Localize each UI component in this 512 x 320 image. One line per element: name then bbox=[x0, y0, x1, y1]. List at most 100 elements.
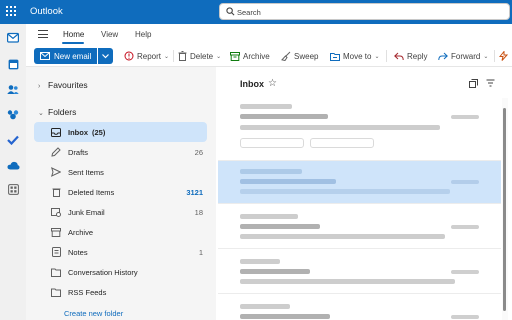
move-folder-icon bbox=[330, 52, 340, 61]
message-list-pane: Inbox ☆ bbox=[218, 67, 501, 320]
groups-icon[interactable] bbox=[6, 108, 20, 122]
menu-icon[interactable] bbox=[38, 30, 48, 38]
message-list-header: Inbox ☆ bbox=[218, 67, 501, 98]
inbox-icon bbox=[50, 126, 62, 138]
move-to-button[interactable]: Move to ⌄ bbox=[330, 49, 380, 63]
folder-name: Archive bbox=[68, 227, 94, 237]
message-sender bbox=[240, 259, 280, 264]
folder-name: Sent Items bbox=[68, 167, 104, 177]
message-subject bbox=[240, 114, 328, 119]
reply-icon bbox=[394, 52, 404, 60]
favourites-section[interactable]: › Favourites bbox=[38, 80, 88, 90]
folder-count: 1 bbox=[198, 247, 203, 257]
divider bbox=[173, 50, 174, 62]
message-subject bbox=[240, 179, 336, 184]
folders-label: Folders bbox=[48, 107, 77, 117]
message-subject bbox=[240, 269, 310, 274]
star-icon[interactable]: ☆ bbox=[268, 78, 277, 89]
forward-button[interactable]: Forward ⌄ bbox=[438, 49, 488, 63]
folder-count: 3121 bbox=[186, 187, 203, 197]
tab-view[interactable]: View bbox=[101, 30, 118, 39]
folder-item-archive[interactable]: Archive bbox=[34, 222, 207, 242]
search-icon bbox=[226, 7, 235, 16]
scrollbar-thumb[interactable] bbox=[503, 108, 506, 311]
report-icon bbox=[124, 51, 134, 61]
folder-name: Conversation History bbox=[68, 267, 138, 277]
folder-item-sent-items[interactable]: Sent Items bbox=[34, 162, 207, 182]
folder-icon bbox=[50, 286, 62, 298]
people-icon[interactable] bbox=[6, 82, 20, 96]
message-sender bbox=[240, 104, 292, 109]
reply-label: Reply bbox=[407, 51, 428, 61]
message-row-selected[interactable] bbox=[218, 161, 501, 204]
message-row[interactable] bbox=[218, 98, 501, 161]
select-icon[interactable] bbox=[469, 79, 478, 88]
message-sender bbox=[240, 169, 302, 174]
app-launcher-icon[interactable] bbox=[6, 6, 18, 18]
move-to-label: Move to bbox=[343, 51, 372, 61]
message-time bbox=[451, 225, 479, 229]
archive-icon bbox=[230, 51, 240, 61]
create-new-folder-link[interactable]: Create new folder bbox=[64, 309, 123, 318]
message-row[interactable] bbox=[218, 249, 501, 294]
tab-help[interactable]: Help bbox=[135, 30, 151, 39]
archive-button[interactable]: Archive bbox=[230, 49, 270, 63]
folder-item-rss-feeds[interactable]: RSS Feeds bbox=[34, 282, 207, 302]
folder-pane: › Favourites ⌄ Folders Inbox (25) Drafts 2… bbox=[26, 67, 216, 320]
mail-icon[interactable] bbox=[6, 30, 20, 44]
attachment-chip[interactable] bbox=[310, 138, 374, 148]
folder-name: RSS Feeds bbox=[68, 287, 107, 297]
report-button[interactable]: Report ⌄ bbox=[124, 49, 169, 63]
attachment-chip[interactable] bbox=[240, 138, 304, 148]
folder-item-conversation-history[interactable]: Conversation History bbox=[34, 262, 207, 282]
new-email-button[interactable]: New email bbox=[34, 48, 97, 64]
tab-home[interactable]: Home bbox=[63, 30, 84, 39]
message-subject bbox=[240, 314, 330, 319]
folders-section[interactable]: ⌄ Folders bbox=[38, 107, 76, 117]
message-preview bbox=[240, 279, 455, 284]
apps-icon[interactable] bbox=[6, 182, 20, 196]
delete-button[interactable]: Delete ⌄ bbox=[178, 49, 221, 63]
archive-icon bbox=[50, 226, 62, 238]
divider bbox=[494, 50, 495, 62]
sweep-button[interactable]: Sweep bbox=[281, 49, 318, 63]
new-email-dropdown[interactable] bbox=[98, 48, 113, 64]
folder-item-notes[interactable]: Notes 1 bbox=[34, 242, 207, 262]
favourites-label: Favourites bbox=[48, 80, 88, 90]
message-subject bbox=[240, 224, 320, 229]
message-sender bbox=[240, 304, 290, 309]
chevron-down-icon: ⌄ bbox=[216, 53, 222, 60]
message-preview bbox=[240, 189, 450, 194]
search-input[interactable]: Search bbox=[237, 8, 261, 17]
divider bbox=[386, 50, 387, 62]
message-list-scrollbar[interactable] bbox=[502, 98, 508, 320]
message-row[interactable] bbox=[218, 204, 501, 249]
message-row[interactable] bbox=[218, 294, 501, 320]
forward-label: Forward bbox=[451, 51, 481, 61]
archive-label: Archive bbox=[243, 51, 270, 61]
folder-name: Inbox bbox=[68, 127, 88, 137]
more-actions-button[interactable] bbox=[499, 49, 508, 63]
calendar-icon[interactable] bbox=[6, 57, 20, 71]
search-box[interactable]: Search bbox=[219, 3, 510, 20]
lightning-icon bbox=[499, 51, 508, 61]
folder-count: 26 bbox=[194, 147, 203, 157]
sweep-label: Sweep bbox=[294, 51, 319, 61]
reply-button[interactable]: Reply bbox=[394, 49, 427, 63]
message-time bbox=[451, 115, 479, 119]
delete-label: Delete bbox=[190, 51, 214, 61]
folder-item-inbox[interactable]: Inbox (25) bbox=[34, 122, 207, 142]
folder-item-junk-email[interactable]: Junk Email 18 bbox=[34, 202, 207, 222]
filter-icon[interactable] bbox=[486, 79, 495, 87]
drafts-icon bbox=[50, 146, 62, 158]
folder-name: Junk Email bbox=[68, 207, 105, 217]
todo-icon[interactable] bbox=[6, 133, 20, 147]
forward-icon bbox=[438, 52, 448, 60]
app-title[interactable]: Outlook bbox=[30, 6, 63, 17]
active-tab-indicator bbox=[62, 42, 84, 44]
new-mail-icon bbox=[40, 52, 50, 60]
onedrive-icon[interactable] bbox=[6, 158, 20, 172]
message-preview bbox=[240, 234, 445, 239]
folder-item-deleted-items[interactable]: Deleted Items 3121 bbox=[34, 182, 207, 202]
folder-item-drafts[interactable]: Drafts 26 bbox=[34, 142, 207, 162]
